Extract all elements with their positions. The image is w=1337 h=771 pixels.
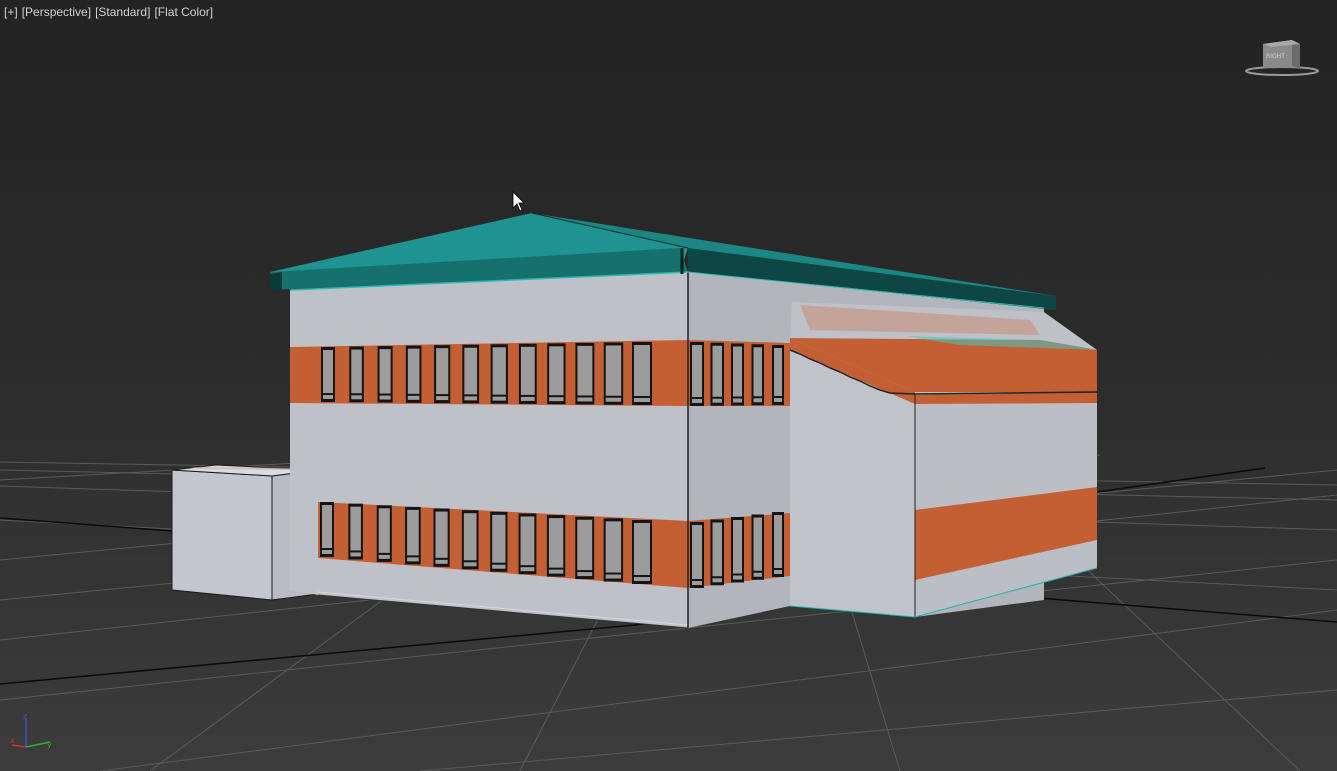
window-pane <box>463 513 477 561</box>
grid-axis-line <box>0 517 173 532</box>
window-sill <box>712 398 722 403</box>
window-sill <box>351 395 362 400</box>
building-model[interactable] <box>171 212 1098 629</box>
window-sill <box>492 564 506 569</box>
window-sill <box>323 395 333 399</box>
window-pane <box>753 517 762 571</box>
window-pane <box>634 523 650 575</box>
main-facade-left[interactable] <box>290 272 689 629</box>
window-sill <box>436 396 449 401</box>
window-pane <box>436 348 449 395</box>
axis-gizmo: z x y <box>10 712 52 749</box>
window-pane <box>549 346 564 396</box>
window-sill <box>634 577 650 581</box>
window-sill <box>407 557 419 562</box>
window-sill <box>577 572 593 577</box>
window-sill <box>435 559 448 564</box>
window-pane <box>733 520 742 574</box>
grid-line <box>419 689 1337 771</box>
window-sill <box>407 395 420 400</box>
window-pane <box>520 346 535 395</box>
window-sill <box>605 574 622 579</box>
window-sill <box>379 395 391 400</box>
window-pane <box>577 519 593 571</box>
grid-axis-line <box>0 619 689 685</box>
window-pane <box>753 347 762 397</box>
window-pane <box>323 350 333 393</box>
window-sill <box>520 567 535 572</box>
window-pane <box>577 345 593 396</box>
window-pane <box>351 349 362 394</box>
window-pane <box>712 345 722 397</box>
window-sill <box>753 572 762 577</box>
axis-y-label: y <box>47 740 52 749</box>
grid-axis-line <box>999 594 1337 623</box>
window-pane <box>492 514 506 563</box>
window-sill <box>464 396 478 401</box>
window-pane <box>605 521 622 573</box>
window-pane <box>605 345 622 396</box>
window-pane <box>407 509 419 556</box>
window-sill <box>733 575 742 580</box>
window-pane <box>692 525 702 579</box>
window-sill <box>520 396 535 401</box>
window-sill <box>753 398 762 403</box>
window-sill <box>634 398 650 402</box>
grid-axis-line <box>1096 467 1266 493</box>
window-pane <box>548 518 564 568</box>
window-pane <box>634 345 650 396</box>
window-pane <box>692 345 702 397</box>
viewport-view-mode[interactable]: [Perspective] <box>22 5 91 19</box>
window-pane <box>492 347 506 395</box>
window-sill <box>733 398 742 403</box>
window-sill <box>577 397 593 402</box>
viewport-shading-preset[interactable]: [Standard] <box>95 5 150 19</box>
window-pane <box>733 346 742 397</box>
window-pane <box>464 347 478 395</box>
window-sill <box>350 552 361 557</box>
window-sill <box>492 396 506 401</box>
window-sill <box>692 399 702 403</box>
grid-line <box>99 609 1337 771</box>
right-wing[interactable] <box>789 302 1098 618</box>
window-sill <box>378 554 390 559</box>
viewcube-face-label: RIGHT <box>1266 53 1285 60</box>
window-pane <box>774 348 782 396</box>
window-pane <box>520 516 535 566</box>
window-pane <box>774 515 782 568</box>
window-pane <box>407 348 420 394</box>
window-sill <box>774 570 782 574</box>
window-pane <box>435 511 448 558</box>
perspective-viewport[interactable]: RIGHT z x y [+] [Perspective] [Standard] [F… <box>0 0 1337 771</box>
window-sill <box>322 550 332 554</box>
window-sill <box>774 398 782 402</box>
viewport-menu-plus[interactable]: [+] <box>4 5 18 19</box>
window-sill <box>463 562 477 567</box>
viewport-label: [+] [Perspective] [Standard] [Flat Color] <box>4 5 213 19</box>
window-pane <box>322 505 332 548</box>
window-pane <box>378 508 390 553</box>
mouse-cursor-icon <box>512 191 525 212</box>
window-sill <box>692 581 702 585</box>
viewport-display-mode[interactable]: [Flat Color] <box>154 5 213 19</box>
window-pane <box>350 506 361 551</box>
window-sill <box>605 397 622 402</box>
window-pane <box>712 522 722 577</box>
axis-x-label: x <box>10 736 15 745</box>
window-sill <box>548 569 564 574</box>
window-pane <box>379 349 391 394</box>
viewcube[interactable]: RIGHT <box>1245 40 1319 76</box>
window-sill <box>549 397 564 402</box>
window-sill <box>712 578 722 583</box>
axis-z-label: z <box>23 712 27 721</box>
